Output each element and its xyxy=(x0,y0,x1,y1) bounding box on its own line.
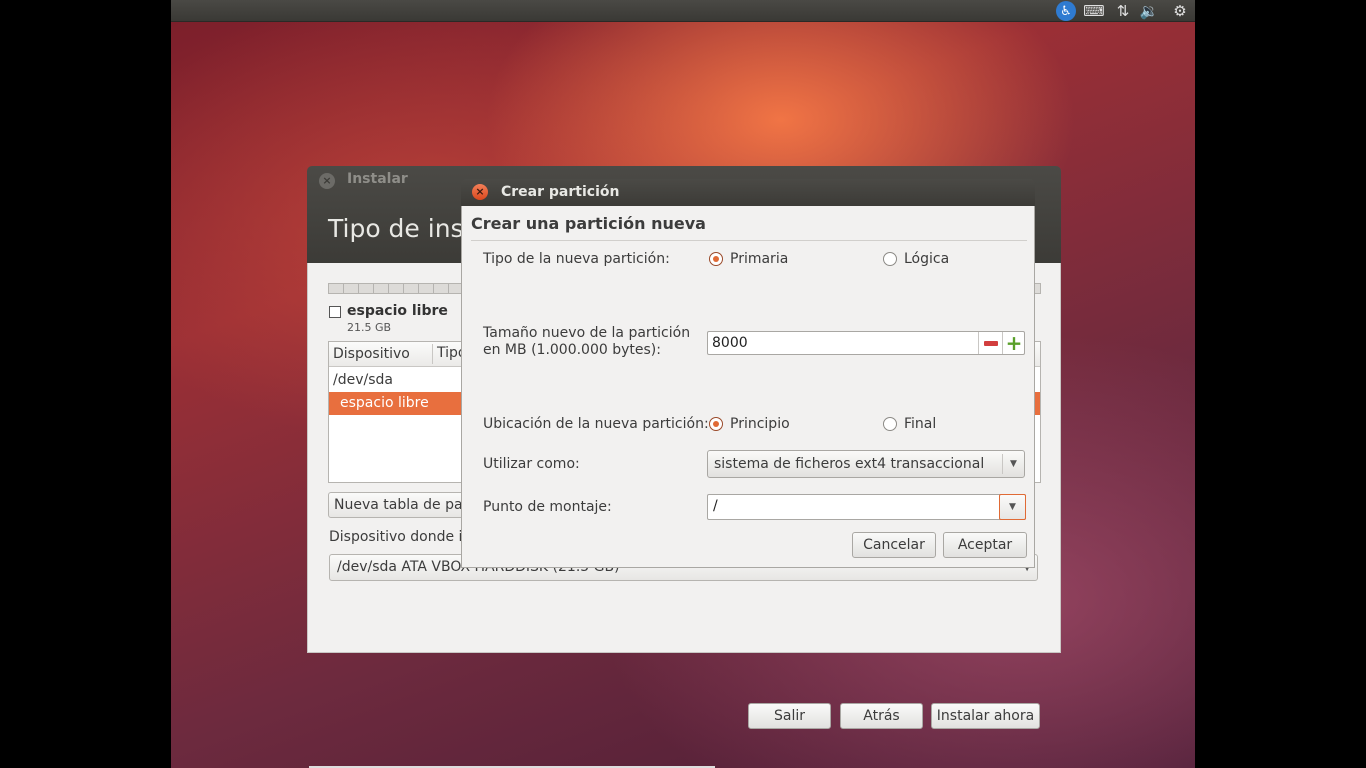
boot-device-label: Dispositivo donde in xyxy=(329,529,472,545)
back-button[interactable]: Atrás xyxy=(840,703,923,729)
dialog-titlebar: × Crear partición xyxy=(461,179,1035,206)
use-as-label: Utilizar como: xyxy=(483,456,580,472)
network-icon[interactable]: ⇅ xyxy=(1111,0,1135,22)
size-label-line2: en MB (1.000.000 bytes): xyxy=(483,342,661,358)
dialog-title: Crear partición xyxy=(501,184,620,200)
use-as-select[interactable]: sistema de ficheros ext4 transaccional ▼ xyxy=(707,450,1025,478)
install-now-button[interactable]: Instalar ahora xyxy=(931,703,1040,729)
column-header-device[interactable]: Dispositivo xyxy=(333,346,410,362)
use-as-value: sistema de ficheros ext4 transaccional xyxy=(714,456,985,472)
radio-checked-icon xyxy=(709,252,723,266)
free-space-checkbox[interactable] xyxy=(329,306,341,318)
partition-size-label: Tamaño nuevo de la partición en MB (1.00… xyxy=(483,325,690,359)
installer-window-title: Instalar xyxy=(347,171,408,187)
radio-unchecked-icon xyxy=(883,252,897,266)
partition-location-label: Ubicación de la nueva partición: xyxy=(483,416,709,432)
mount-point-input[interactable]: / xyxy=(713,498,718,514)
plus-icon: + xyxy=(1005,331,1023,355)
radio-unchecked-icon xyxy=(883,417,897,431)
top-panel: ♿ ⌨ ⇅ 🔉 ⚙ xyxy=(171,0,1195,22)
radio-label: Principio xyxy=(730,416,790,432)
dialog-body: Crear una partición nueva Tipo de la nue… xyxy=(461,206,1035,568)
dialog-heading: Crear una partición nueva xyxy=(471,214,706,233)
page-title: Tipo de inst xyxy=(328,214,474,243)
radio-label: Final xyxy=(904,416,937,432)
increment-button[interactable]: + xyxy=(1002,332,1025,354)
radio-label: Lógica xyxy=(904,251,950,267)
radio-checked-icon xyxy=(709,417,723,431)
session-gear-icon[interactable]: ⚙ xyxy=(1169,0,1191,22)
volume-icon[interactable]: 🔉 xyxy=(1137,0,1161,22)
keyboard-icon[interactable]: ⌨ xyxy=(1081,0,1107,22)
free-space-title: espacio libre xyxy=(347,303,448,319)
close-icon[interactable]: × xyxy=(472,184,488,200)
size-input[interactable]: 8000 xyxy=(712,335,748,351)
chevron-down-icon: ▼ xyxy=(1002,454,1024,474)
accept-button[interactable]: Aceptar xyxy=(943,532,1027,558)
mount-point-label: Punto de montaje: xyxy=(483,499,612,515)
radio-logical[interactable]: Lógica xyxy=(883,251,949,267)
minus-icon xyxy=(983,340,998,346)
divider xyxy=(471,240,1027,241)
mount-point-combo[interactable]: / ▼ xyxy=(707,494,1026,520)
close-icon[interactable]: × xyxy=(319,173,335,189)
radio-label: Primaria xyxy=(730,251,789,267)
quit-button[interactable]: Salir xyxy=(748,703,831,729)
radio-primary[interactable]: Primaria xyxy=(709,251,788,267)
partition-type-label: Tipo de la nueva partición: xyxy=(483,251,670,267)
cancel-button[interactable]: Cancelar xyxy=(852,532,936,558)
partition-size-stepper[interactable]: 8000 + xyxy=(707,331,1025,355)
create-partition-dialog: × Crear partición Crear una partición nu… xyxy=(461,179,1035,568)
size-label-line1: Tamaño nuevo de la partición xyxy=(483,325,691,341)
decrement-button[interactable] xyxy=(978,332,1002,354)
free-space-size: 21.5 GB xyxy=(347,321,392,334)
radio-end[interactable]: Final xyxy=(883,416,936,432)
radio-beginning[interactable]: Principio xyxy=(709,416,790,432)
accessibility-icon[interactable]: ♿ xyxy=(1055,0,1077,22)
chevron-down-icon[interactable]: ▼ xyxy=(999,494,1026,520)
